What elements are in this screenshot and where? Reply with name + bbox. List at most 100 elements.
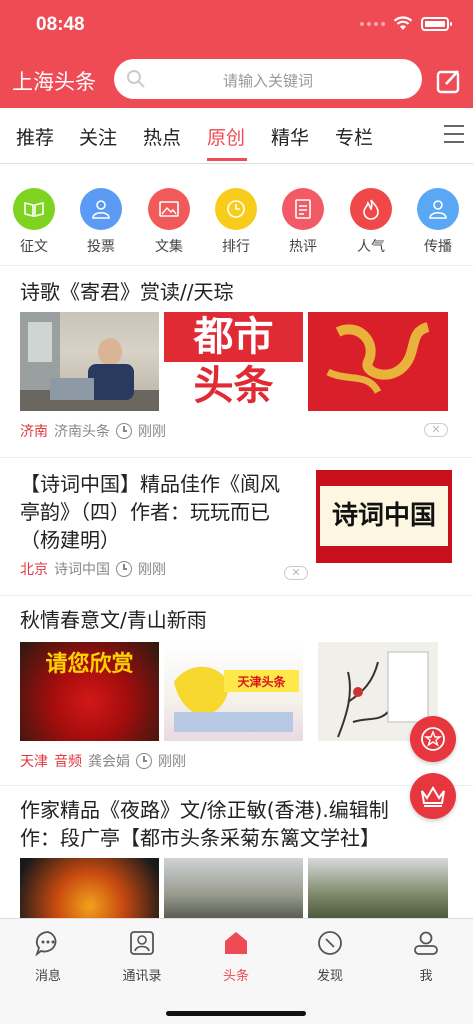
nav-contacts[interactable]: 通讯录 <box>102 929 182 984</box>
crown-button[interactable] <box>410 773 456 819</box>
dismiss-button[interactable]: ✕ <box>284 566 308 580</box>
article-thumbnail <box>20 312 159 411</box>
article-meta: 济南 济南头条 刚刚 <box>20 421 166 441</box>
article-source: 诗词中国 <box>54 562 110 578</box>
list-item[interactable]: 诗歌《寄君》赏读//天琮 都市 头条 济南 济南头条 刚刚 ✕ <box>0 266 473 458</box>
signal-icon <box>360 21 385 26</box>
tab-follow[interactable]: 关注 <box>79 123 117 150</box>
home-indicator <box>166 1011 306 1016</box>
article-title: 【诗词中国】精品佳作《阆风 亭韵》（四）作者：玩玩而已 （杨建明） <box>20 472 280 552</box>
category-label: 传播 <box>424 239 452 255</box>
article-meta: 天津 音频 龚会娟 刚刚 <box>20 751 186 771</box>
nav-messages[interactable]: 消息 <box>8 929 88 984</box>
list-item[interactable]: 秋情春意文/青山新雨 请您欣赏 天津头条 天津 音频 龚会娟 刚刚 <box>0 596 473 786</box>
nav-me[interactable]: 我 <box>386 929 466 984</box>
nav-label: 头条 <box>222 969 249 984</box>
battery-icon <box>421 16 452 31</box>
app-title: 上海头条 <box>12 70 96 94</box>
article-thumbnail: 诗词中国 <box>316 470 452 563</box>
image-icon <box>148 188 190 230</box>
article-source: 龚会娟 <box>88 754 130 770</box>
category-row: 征文 投票 文集 排行 热评 人气 传播 <box>0 188 473 266</box>
category-label: 征文 <box>20 239 48 255</box>
contacts-icon <box>130 931 154 955</box>
dismiss-button[interactable]: ✕ <box>424 423 448 437</box>
category-collection[interactable]: 文集 <box>139 188 199 256</box>
person-icon <box>417 188 459 230</box>
user-icon <box>414 931 438 955</box>
nav-label: 通讯录 <box>122 969 162 984</box>
category-popularity[interactable]: 人气 <box>341 188 401 256</box>
article-location: 济南 <box>20 424 48 440</box>
category-spread[interactable]: 传播 <box>408 188 468 256</box>
category-label: 投票 <box>87 239 115 255</box>
channel-tabs: 推荐 关注 热点 原创 精华 专栏 <box>0 108 473 164</box>
home-icon <box>225 932 247 954</box>
article-thumbnail <box>308 858 448 918</box>
category-label: 文集 <box>155 239 183 255</box>
category-ranking[interactable]: 排行 <box>206 188 266 256</box>
document-icon <box>282 188 324 230</box>
category-label: 热评 <box>289 239 317 255</box>
category-label: 排行 <box>222 239 250 255</box>
status-time: 08:48 <box>36 14 85 35</box>
article-thumbnail: 请您欣赏 <box>20 642 159 741</box>
article-location: 北京 <box>20 562 48 578</box>
nav-discover[interactable]: 发现 <box>290 929 370 984</box>
thumbnail-text: 都市 <box>164 312 303 362</box>
article-thumbnail: 都市 头条 <box>164 312 303 411</box>
compass-icon <box>318 931 342 955</box>
nav-label: 发现 <box>316 969 343 984</box>
status-icons <box>360 16 452 31</box>
tab-recommend[interactable]: 推荐 <box>16 123 54 150</box>
chat-icon <box>35 931 57 957</box>
edit-icon[interactable] <box>436 68 462 94</box>
tab-active-indicator <box>207 158 247 161</box>
nav-label: 消息 <box>34 969 61 984</box>
clock-icon <box>116 423 132 439</box>
thumbnail-text: 天津头条 <box>237 675 286 689</box>
article-source: 济南头条 <box>54 424 110 440</box>
award-button[interactable] <box>410 716 456 762</box>
clock-icon <box>215 188 257 230</box>
book-icon <box>13 188 55 230</box>
article-meta: 北京 诗词中国 刚刚 <box>20 559 166 579</box>
tab-featured[interactable]: 精华 <box>271 123 309 150</box>
thumbnail-text: 请您欣赏 <box>45 652 134 677</box>
menu-icon[interactable] <box>444 125 464 149</box>
nav-headlines[interactable]: 头条 <box>196 929 276 984</box>
article-title: 作家精品《夜路》文/徐正敏(香港).编辑制 作：段广亭【都市头条采菊东篱文学社】 <box>20 798 389 850</box>
list-item[interactable]: 作家精品《夜路》文/徐正敏(香港).编辑制 作：段广亭【都市头条采菊东篱文学社】 <box>0 786 473 918</box>
article-thumbnail: 天津头条 <box>164 642 303 741</box>
nav-label: 我 <box>419 969 433 984</box>
thumbnail-text: 头条 <box>164 362 303 411</box>
tab-column[interactable]: 专栏 <box>335 123 373 150</box>
article-title: 诗歌《寄君》赏读//天琮 <box>20 280 234 304</box>
category-hot-comment[interactable]: 热评 <box>273 188 333 256</box>
list-item[interactable]: 【诗词中国】精品佳作《阆风 亭韵》（四）作者：玩玩而已 （杨建明） 诗词中国 北… <box>0 458 473 596</box>
category-label: 人气 <box>357 239 385 255</box>
article-location: 天津 <box>20 754 48 770</box>
tab-hot[interactable]: 热点 <box>143 123 181 150</box>
article-thumbnail <box>164 858 303 918</box>
article-title: 秋情春意文/青山新雨 <box>20 608 207 632</box>
person-icon <box>80 188 122 230</box>
crown-icon <box>421 786 445 807</box>
wifi-icon <box>393 16 413 30</box>
article-time: 刚刚 <box>138 562 166 578</box>
tab-original[interactable]: 原创 <box>207 123 245 150</box>
medal-icon <box>421 727 445 751</box>
flame-icon <box>350 188 392 230</box>
bottom-nav: 消息 通讯录 头条 发现 我 <box>0 918 473 1024</box>
search-placeholder: 请输入关键词 <box>222 72 313 90</box>
clock-icon <box>116 561 132 577</box>
search-input[interactable]: 请输入关键词 <box>114 59 422 99</box>
category-vote[interactable]: 投票 <box>71 188 131 256</box>
header-bar: 08:48 上海头条 请输入关键词 <box>0 0 473 108</box>
article-time: 刚刚 <box>138 424 166 440</box>
article-thumbnail <box>20 858 159 918</box>
article-tag: 音频 <box>54 754 82 770</box>
article-thumbnail <box>308 312 448 411</box>
thumbnail-text: 诗词中国 <box>320 486 448 546</box>
category-essay[interactable]: 征文 <box>4 188 64 256</box>
